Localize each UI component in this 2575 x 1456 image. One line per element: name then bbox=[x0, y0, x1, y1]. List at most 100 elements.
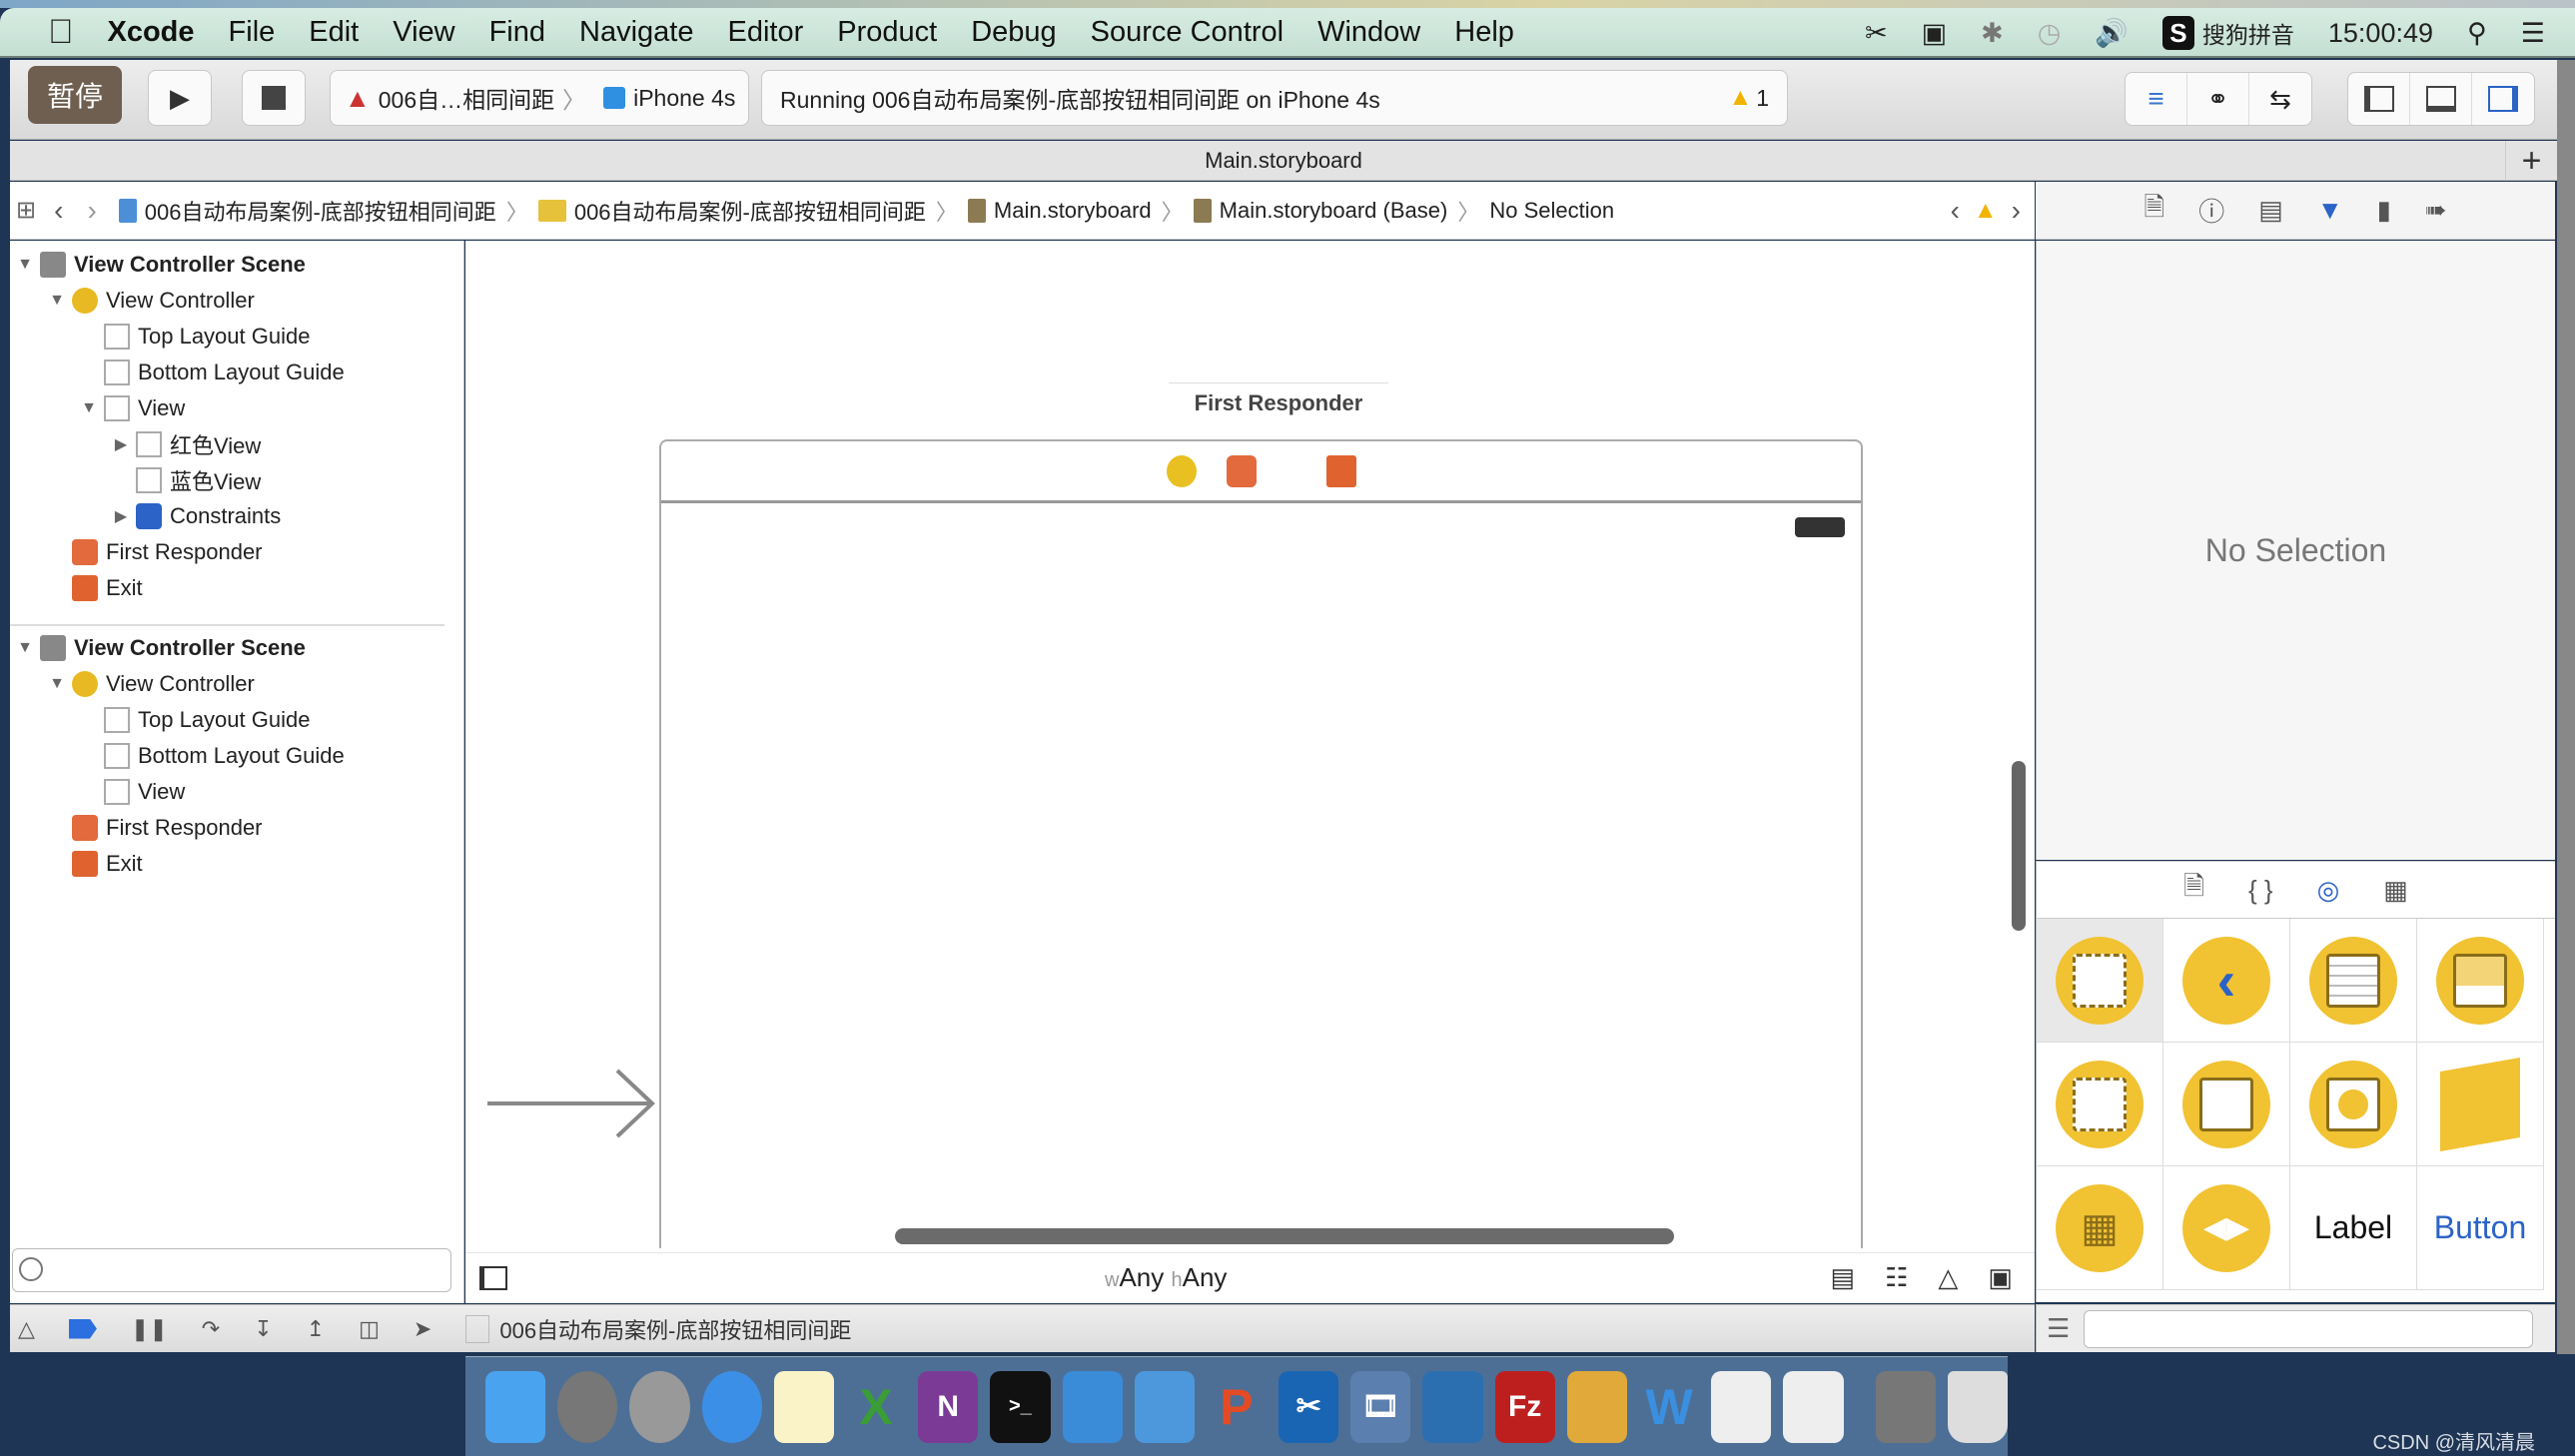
pause-execution-icon[interactable]: ❚❚ bbox=[131, 1316, 168, 1342]
menu-product[interactable]: Product bbox=[837, 16, 937, 49]
ftp-app-icon[interactable] bbox=[1422, 1370, 1483, 1443]
toggle-outline-button[interactable] bbox=[479, 1265, 507, 1290]
menu-find[interactable]: Find bbox=[489, 16, 545, 49]
step-into-icon[interactable]: ↧ bbox=[254, 1316, 272, 1342]
apple-icon[interactable]:  bbox=[48, 13, 74, 52]
library-item-navigation-controller[interactable]: ‹ bbox=[2163, 919, 2290, 1043]
disclosure-open-icon[interactable]: ▼ bbox=[14, 256, 36, 274]
spotlight-search-icon[interactable]: ⚲ bbox=[2467, 18, 2487, 49]
excel-icon[interactable]: X bbox=[846, 1371, 906, 1443]
breakpoints-toggle-icon[interactable] bbox=[68, 1318, 97, 1339]
warning-indicator[interactable]: ▲ 1 bbox=[1728, 84, 1769, 112]
warning-icon[interactable]: ▲ bbox=[1974, 197, 1998, 225]
pin-button[interactable]: △ bbox=[1938, 1262, 1958, 1293]
terminal-icon[interactable]: >_ bbox=[990, 1370, 1051, 1443]
library-item-object[interactable] bbox=[2417, 1043, 2544, 1166]
video-app-icon[interactable]: 🎞 bbox=[1350, 1370, 1411, 1443]
outline-bottom-layout-guide-1[interactable]: Bottom Layout Guide bbox=[100, 355, 345, 390]
menu-app[interactable]: Xcode bbox=[108, 16, 195, 49]
assistant-editor-button[interactable]: ⚭ bbox=[2187, 73, 2249, 125]
instruments-icon[interactable] bbox=[1711, 1370, 1772, 1443]
library-item-page-view-controller[interactable] bbox=[2163, 1043, 2290, 1166]
menu-navigate[interactable]: Navigate bbox=[579, 16, 693, 49]
disclosure-open-icon[interactable]: ▼ bbox=[14, 639, 36, 657]
size-class-selector[interactable]: wAny hAny bbox=[1105, 1262, 1227, 1293]
video-camera-icon[interactable]: ▣ bbox=[1922, 18, 1948, 49]
toggle-navigator-button[interactable] bbox=[2348, 73, 2410, 125]
file-template-library-icon[interactable]: 🗎 bbox=[2183, 868, 2204, 912]
volume-icon[interactable]: 🔊 bbox=[2095, 17, 2129, 49]
launchpad-icon[interactable] bbox=[629, 1370, 690, 1443]
toggle-utilities-button[interactable] bbox=[2472, 73, 2534, 125]
filezilla-icon[interactable]: Fz bbox=[1494, 1370, 1555, 1443]
outline-exit-2[interactable]: Exit bbox=[68, 846, 143, 882]
clock[interactable]: 15:00:49 bbox=[2328, 18, 2433, 49]
menu-editor[interactable]: Editor bbox=[727, 16, 803, 49]
scene-title-bar[interactable]: First Responder bbox=[1169, 382, 1388, 422]
outline-constraints[interactable]: ▶ Constraints bbox=[110, 498, 281, 534]
library-item-collection-view-controller[interactable]: ▦ bbox=[2037, 1166, 2163, 1290]
breadcrumb-project[interactable]: 006自动布局案例-底部按钮相同间距 bbox=[118, 195, 496, 227]
align-button[interactable]: ☷ bbox=[1885, 1262, 1908, 1293]
snipping-icon[interactable]: ✂ bbox=[1279, 1370, 1339, 1443]
simulate-location-icon[interactable]: ➤ bbox=[414, 1316, 431, 1342]
menu-file[interactable]: File bbox=[229, 16, 276, 49]
pause-overlay-button[interactable]: 暂停 bbox=[28, 66, 122, 124]
breadcrumb-file[interactable]: Main.storyboard bbox=[967, 198, 1152, 224]
version-editor-button[interactable]: ⇆ bbox=[2249, 73, 2311, 125]
image-editor-icon[interactable] bbox=[1566, 1370, 1627, 1443]
outline-scene-1[interactable]: ▼ View Controller Scene bbox=[14, 247, 306, 283]
list-view-icon[interactable]: ☰ bbox=[2047, 1313, 2070, 1344]
library-item-view-controller[interactable] bbox=[2037, 919, 2163, 1043]
outline-filter-field[interactable] bbox=[12, 1248, 451, 1292]
media-library-icon[interactable]: ▦ bbox=[2383, 875, 2408, 906]
previous-issue-button[interactable]: ‹ bbox=[1951, 195, 1960, 227]
library-item-split-view-controller[interactable] bbox=[2037, 1043, 2163, 1166]
outline-first-responder-1[interactable]: First Responder bbox=[68, 534, 263, 570]
stack-button[interactable]: ▤ bbox=[1831, 1262, 1856, 1293]
breadcrumb-localization[interactable]: Main.storyboard (Base) bbox=[1193, 198, 1447, 224]
menu-window[interactable]: Window bbox=[1317, 16, 1420, 49]
onenote-icon[interactable]: N bbox=[918, 1370, 979, 1443]
library-item-tab-bar-controller[interactable] bbox=[2417, 919, 2544, 1043]
hide-debug-area-icon[interactable]: △ bbox=[18, 1316, 35, 1342]
outline-red-view[interactable]: ▶ 红色View bbox=[110, 426, 261, 462]
attributes-inspector-icon[interactable]: ▼ bbox=[2317, 195, 2343, 226]
notification-center-icon[interactable]: ☰ bbox=[2521, 18, 2545, 49]
simulator-icon[interactable] bbox=[1134, 1370, 1195, 1443]
wps-presentation-icon[interactable]: P bbox=[1207, 1371, 1267, 1443]
menu-edit[interactable]: Edit bbox=[309, 16, 359, 49]
outline-view-controller-2[interactable]: ▼ View Controller bbox=[46, 666, 255, 702]
outline-exit-1[interactable]: Exit bbox=[68, 570, 143, 606]
finder-icon[interactable] bbox=[485, 1370, 546, 1443]
stop-button[interactable] bbox=[242, 70, 306, 126]
input-method[interactable]: S 搜狗拼音 bbox=[2161, 16, 2294, 50]
library-item-button[interactable]: Button bbox=[2417, 1166, 2544, 1290]
standard-editor-button[interactable]: ≡ bbox=[2126, 73, 2187, 125]
notes-icon[interactable] bbox=[773, 1370, 834, 1443]
library-item-avkit-player[interactable]: ◀▶ bbox=[2163, 1166, 2290, 1290]
menu-help[interactable]: Help bbox=[1454, 16, 1514, 49]
vertical-scrollbar[interactable] bbox=[2012, 761, 2026, 931]
step-out-icon[interactable]: ↥ bbox=[307, 1316, 325, 1342]
initial-view-controller-arrow[interactable] bbox=[487, 1069, 657, 1138]
system-preferences-icon[interactable] bbox=[557, 1370, 618, 1443]
outline-bottom-layout-guide-2[interactable]: Bottom Layout Guide bbox=[100, 738, 345, 774]
view-controller-icon[interactable] bbox=[1166, 454, 1197, 487]
breadcrumb-selection[interactable]: No Selection bbox=[1489, 198, 1614, 224]
step-over-icon[interactable]: ↷ bbox=[202, 1316, 220, 1342]
code-snippet-library-icon[interactable]: { } bbox=[2248, 875, 2273, 906]
bluetooth-icon[interactable]: ✱ bbox=[1981, 18, 2004, 49]
forward-button[interactable]: › bbox=[87, 195, 96, 227]
disclosure-open-icon[interactable]: ▼ bbox=[78, 399, 100, 417]
instruments-icon-2[interactable] bbox=[1783, 1370, 1844, 1443]
view-controller-scene[interactable] bbox=[659, 439, 1863, 1248]
library-filter-field[interactable] bbox=[2084, 1309, 2534, 1348]
library-item-glkit-view-controller[interactable] bbox=[2290, 1043, 2417, 1166]
disclosure-closed-icon[interactable]: ▶ bbox=[110, 506, 132, 526]
tab-main-storyboard[interactable]: Main.storyboard bbox=[1205, 148, 1362, 174]
view-debugger-icon[interactable]: ◫ bbox=[359, 1316, 380, 1342]
word-icon[interactable]: W bbox=[1639, 1371, 1699, 1443]
xcode-icon[interactable] bbox=[1062, 1370, 1123, 1443]
next-issue-button[interactable]: › bbox=[2012, 195, 2021, 227]
